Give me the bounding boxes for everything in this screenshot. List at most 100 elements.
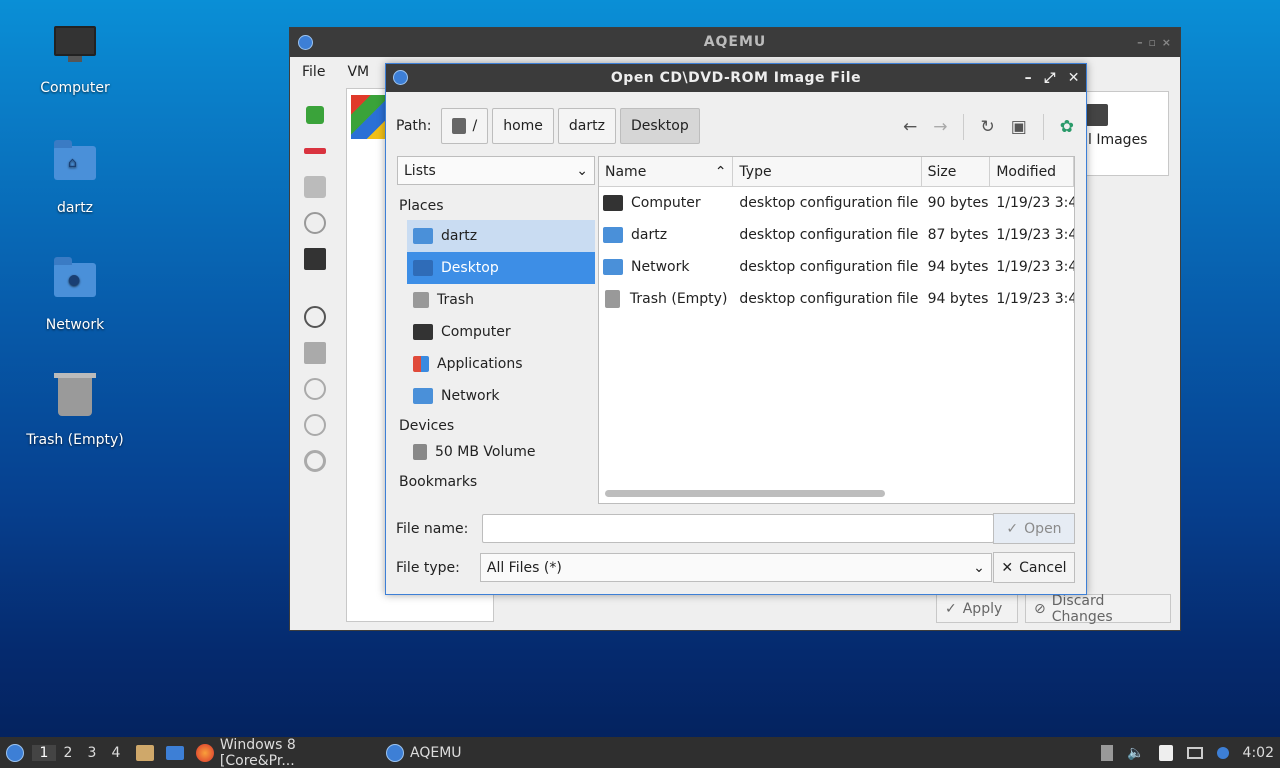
workspace-3[interactable]: 3: [80, 745, 104, 761]
devices-item-volume[interactable]: 50 MB Volume: [407, 436, 595, 468]
check-icon: ✓: [1006, 520, 1019, 537]
aqemu-logo-icon: [386, 743, 404, 762]
column-modified[interactable]: Modified: [990, 157, 1074, 186]
trash-icon: [605, 290, 620, 308]
add-vm-icon[interactable]: [306, 106, 324, 124]
clock-icon[interactable]: [304, 212, 326, 234]
places-item-dartz[interactable]: dartz: [407, 220, 595, 252]
play-icon[interactable]: [304, 306, 326, 328]
discard-changes-button[interactable]: ⊘ Discard Changes: [1025, 593, 1171, 625]
home-folder-icon: [413, 228, 433, 244]
chevron-down-icon: ⌄: [576, 162, 588, 179]
desktop-icon-label: Trash (Empty): [26, 432, 124, 448]
minimize-icon[interactable]: –: [1025, 64, 1033, 92]
workspace-4[interactable]: 4: [104, 745, 128, 761]
dialog-titlebar[interactable]: Open CD\DVD-ROM Image File – ⤢ ✕: [386, 64, 1086, 92]
network-status-icon[interactable]: [1186, 746, 1203, 759]
crumb-home[interactable]: home: [492, 108, 554, 144]
navigation-toolbar: ← → ↻ ▣ ✿: [903, 114, 1074, 140]
pause-icon[interactable]: [304, 378, 326, 400]
desktop-icon-dartz[interactable]: ⌂ dartz: [20, 138, 130, 216]
dialog-title: Open CD\DVD-ROM Image File: [610, 70, 862, 86]
desktop-icon-label: Network: [45, 317, 105, 333]
desktop-icon-computer[interactable]: Computer: [20, 20, 130, 96]
places-item-network[interactable]: Network: [407, 380, 595, 412]
desktop-icon-network[interactable]: ● Network: [20, 255, 130, 333]
menu-file[interactable]: File: [302, 64, 325, 80]
crumb-dartz[interactable]: dartz: [557, 108, 616, 144]
disk-icon[interactable]: [304, 176, 326, 198]
workspace-1[interactable]: 1: [32, 744, 56, 761]
path-label: Path:: [396, 118, 432, 134]
desktop-icon-trash[interactable]: Trash (Empty): [20, 372, 130, 448]
clock[interactable]: 4:02: [1243, 745, 1274, 761]
open-image-dialog: Open CD\DVD-ROM Image File – ⤢ ✕ Path: /…: [385, 63, 1087, 595]
crumb-root[interactable]: /: [441, 108, 489, 144]
open-button[interactable]: ✓ Open: [993, 513, 1075, 544]
computer-icon: [51, 26, 99, 74]
file-type-row: File type: All Files (*) ⌄: [396, 553, 992, 582]
task-aqemu[interactable]: AQEMU: [380, 737, 468, 768]
apply-button[interactable]: ✓ Apply: [936, 594, 1018, 623]
file-row[interactable]: dartz desktop configuration file 87 byte…: [599, 219, 1074, 251]
workspace-2[interactable]: 2: [56, 745, 80, 761]
removable-drive-icon[interactable]: [1101, 744, 1114, 761]
file-row[interactable]: Network desktop configuration file 94 by…: [599, 251, 1074, 283]
show-desktop-launcher[interactable]: [160, 737, 190, 768]
aqemu-toolbar: [295, 92, 335, 472]
remove-vm-icon[interactable]: [304, 148, 326, 154]
column-name[interactable]: Name ⌃: [599, 157, 734, 186]
save-icon[interactable]: [304, 342, 326, 364]
network-gear-icon[interactable]: ✿: [1060, 117, 1074, 137]
forward-arrow-icon[interactable]: →: [933, 117, 947, 137]
aqemu-titlebar[interactable]: AQEMU – ▫ ×: [290, 28, 1180, 57]
network-folder-icon: [603, 259, 623, 275]
stop-icon[interactable]: [304, 414, 326, 436]
drive-icon: [452, 118, 467, 134]
column-type[interactable]: Type: [733, 157, 922, 186]
close-icon: ✕: [1001, 559, 1014, 576]
refresh-icon[interactable]: ↻: [980, 117, 994, 137]
volume-icon[interactable]: 🔈: [1127, 745, 1144, 761]
workspace-switcher: 1 2 3 4: [30, 737, 130, 768]
images-card-label: l Images: [1088, 132, 1148, 148]
file-list[interactable]: Name ⌃ Type Size Modified Computer deskt…: [598, 156, 1075, 504]
clipboard-icon[interactable]: [1158, 744, 1173, 761]
places-item-desktop[interactable]: Desktop: [407, 252, 595, 284]
places-item-trash[interactable]: Trash: [407, 284, 595, 316]
cancel-button[interactable]: ✕ Cancel: [993, 552, 1075, 583]
menu-vm[interactable]: VM: [347, 64, 369, 80]
view-mode-select[interactable]: Lists ⌄: [397, 156, 595, 185]
new-folder-icon[interactable]: ▣: [1011, 117, 1027, 137]
crumb-desktop[interactable]: Desktop: [619, 108, 700, 144]
file-name-row: File name:: [396, 514, 995, 543]
taskbar: 1 2 3 4 Windows 8 [Core&Pr... AQEMU 🔈 4:…: [0, 737, 1280, 768]
home-folder-icon: [603, 227, 623, 243]
chip-icon: [1086, 104, 1108, 126]
terminal-icon[interactable]: [304, 248, 326, 270]
back-arrow-icon[interactable]: ←: [903, 117, 917, 137]
file-type-label: File type:: [396, 559, 460, 576]
sort-ascending-icon: ⌃: [714, 164, 727, 180]
column-size[interactable]: Size: [922, 157, 991, 186]
file-name-input[interactable]: [482, 514, 995, 543]
start-menu-button[interactable]: [0, 737, 30, 768]
file-type-select[interactable]: All Files (*) ⌄: [479, 553, 992, 582]
places-item-computer[interactable]: Computer: [407, 316, 595, 348]
aqemu-logo-icon: [298, 35, 313, 50]
task-windows8[interactable]: Windows 8 [Core&Pr...: [190, 737, 380, 768]
reset-icon[interactable]: [304, 450, 326, 472]
cancel-circle-icon: ⊘: [1034, 600, 1046, 617]
file-row[interactable]: Computer desktop configuration file 90 b…: [599, 187, 1074, 219]
file-row[interactable]: Trash (Empty) desktop configuration file…: [599, 283, 1074, 315]
update-notifier-icon[interactable]: [1216, 746, 1229, 759]
close-icon[interactable]: ✕: [1068, 64, 1080, 92]
horizontal-scrollbar[interactable]: [605, 490, 885, 497]
system-tray: 🔈 4:02: [1101, 737, 1274, 768]
places-item-applications[interactable]: Applications: [407, 348, 595, 380]
network-folder-icon: ●: [51, 257, 99, 311]
aqemu-window-controls[interactable]: – ▫ ×: [1137, 28, 1172, 57]
drive-icon: [413, 444, 427, 460]
maximize-icon[interactable]: ⤢: [1044, 64, 1056, 92]
file-manager-launcher[interactable]: [130, 737, 160, 768]
